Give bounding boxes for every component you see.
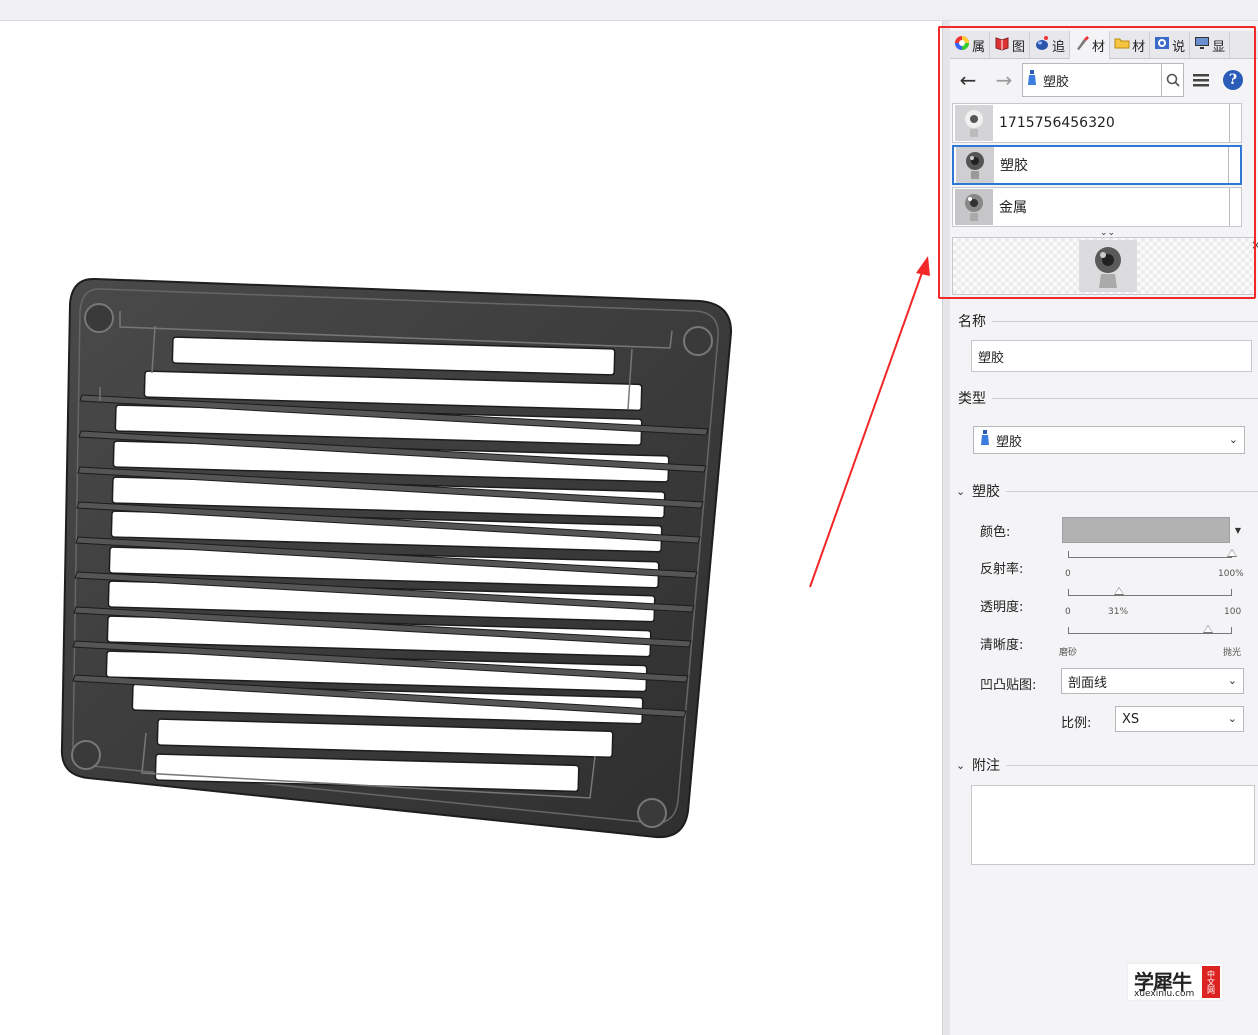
color-label: 颜色: (980, 525, 1011, 540)
top-toolbar (0, 0, 1258, 21)
section-title: 塑胶 (972, 484, 1000, 500)
transparency-max: 100 (1224, 607, 1242, 617)
notes-section-header[interactable]: ⌄ 附注 (950, 755, 1258, 775)
chevron-down-icon: ⌄ (1227, 674, 1237, 687)
section-title: 附注 (972, 758, 1000, 774)
clarity-max: 抛光 (1223, 648, 1242, 658)
transparency-min: 0 (1065, 607, 1071, 617)
watermark-logo: 学犀牛 xuexiniu.com 中文网 (1127, 963, 1223, 1001)
clarity-slider[interactable] (1068, 625, 1232, 637)
watermark-stamp-text: 中文网 (1206, 970, 1216, 994)
highlight-box (938, 26, 1256, 299)
transparency-label: 透明度: (980, 600, 1024, 615)
3d-viewport[interactable] (0, 21, 942, 1035)
section-title: 名称 (958, 314, 986, 330)
chevron-down-icon: ⌄ (1228, 433, 1238, 446)
bump-value: 剖面线 (1068, 675, 1108, 691)
clarity-label: 清晰度: (980, 638, 1024, 653)
annotation-arrow (809, 256, 930, 588)
name-value: 塑胶 (978, 350, 1005, 366)
reflectivity-label: 反射率: (980, 562, 1024, 577)
slider-thumb[interactable] (1203, 625, 1213, 633)
plastic-section-header[interactable]: ⌄ 塑胶 (950, 481, 1258, 501)
type-select[interactable]: 塑胶 ⌄ (973, 426, 1245, 454)
scale-select[interactable]: XS ⌄ (1115, 706, 1244, 732)
name-section-header: 名称 (950, 311, 1258, 331)
transparency-slider[interactable] (1068, 587, 1232, 599)
reflectivity-max: 100% (1218, 569, 1244, 579)
chevron-down-icon: ⌄ (956, 484, 966, 498)
chevron-down-icon: ⌄ (1227, 712, 1237, 725)
watermark-stamp: 中文网 (1202, 966, 1220, 998)
divider (992, 320, 1258, 322)
clarity-min: 磨砂 (1059, 648, 1078, 658)
type-section-header: 类型 (950, 388, 1258, 408)
scale-label: 比例: (1061, 716, 1092, 731)
watermark-url: xuexiniu.com (1134, 989, 1195, 999)
slider-thumb[interactable] (1114, 587, 1124, 595)
slider-thumb[interactable] (1227, 549, 1237, 557)
divider (992, 397, 1258, 399)
reflectivity-slider[interactable] (1068, 549, 1237, 561)
bump-label: 凹凸贴图: (980, 678, 1037, 693)
section-title: 类型 (958, 391, 986, 407)
scale-value: XS (1122, 711, 1140, 727)
notes-textarea[interactable] (971, 785, 1255, 865)
type-value: 塑胶 (996, 434, 1023, 450)
transparency-mid: 31% (1108, 607, 1129, 617)
chevron-down-icon: ⌄ (956, 758, 966, 772)
name-field[interactable]: 塑胶 (971, 340, 1252, 372)
bottle-icon (980, 430, 990, 450)
bump-select[interactable]: 剖面线 ⌄ (1061, 668, 1244, 694)
divider (1006, 764, 1258, 766)
color-swatch[interactable] (1062, 517, 1230, 543)
reflectivity-min: 0 (1065, 569, 1071, 579)
color-dropdown-icon[interactable]: ▼ (1232, 517, 1244, 543)
divider (1006, 490, 1258, 492)
